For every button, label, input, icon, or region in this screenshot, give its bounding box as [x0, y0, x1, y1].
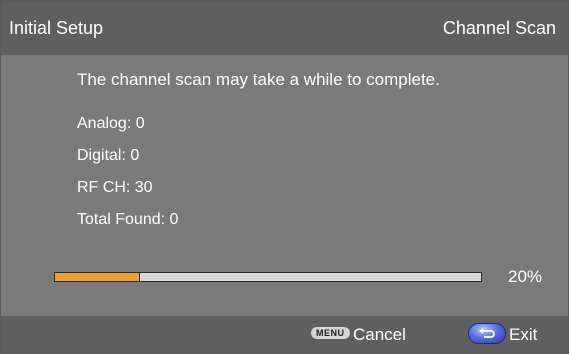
cancel-button[interactable]: Cancel: [353, 325, 406, 345]
menu-key-icon: MENU: [311, 327, 350, 339]
menu-title: Initial Setup: [9, 18, 104, 38]
page-title: Channel Scan: [442, 18, 556, 38]
digital-count: Digital: 0: [77, 147, 140, 164]
exit-button[interactable]: Exit: [509, 325, 537, 345]
footer-bar: MENU Cancel Exit: [1, 316, 568, 353]
header-bar: Initial Setup Channel Scan: [1, 1, 568, 55]
rf-channel: RF CH: 30: [77, 179, 153, 196]
back-arrow-icon[interactable]: [468, 323, 506, 344]
scan-progress-fill: [55, 273, 141, 281]
scan-progress-bar: [54, 272, 482, 282]
progress-percent: 20%: [508, 267, 543, 286]
analog-count: Analog: 0: [77, 115, 145, 132]
channel-scan-screen: Initial Setup Channel Scan The channel s…: [0, 0, 569, 354]
total-found-count: Total Found: 0: [77, 211, 179, 228]
scan-message: The channel scan may take a while to com…: [77, 70, 440, 89]
